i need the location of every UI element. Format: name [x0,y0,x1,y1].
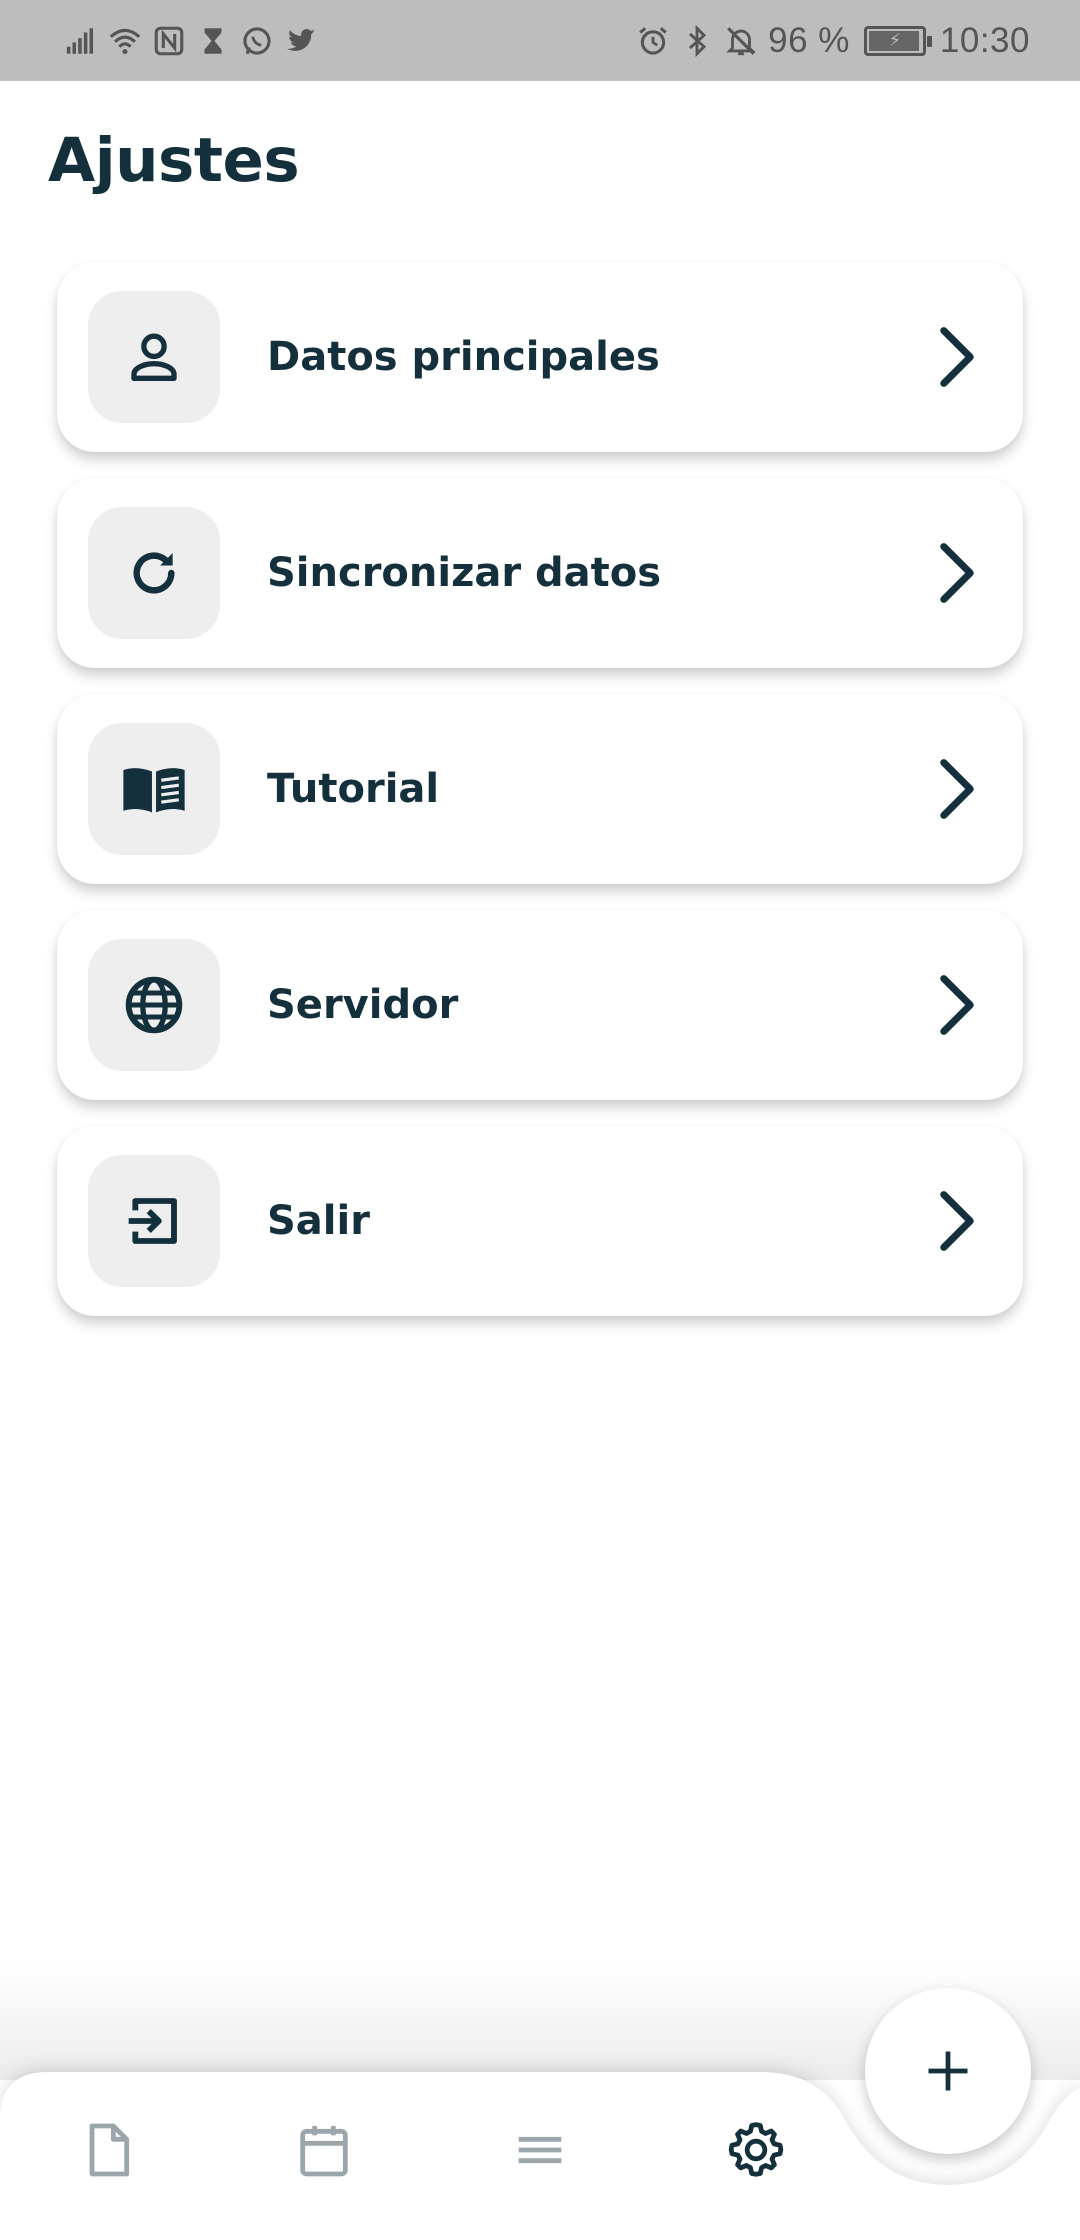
alarm-icon [636,24,670,58]
chevron-right-icon [929,535,985,611]
clock: 10:30 [939,20,1030,60]
status-right-icons: 96 % ⚡ 10:30 [636,21,1030,61]
icon-tile [88,291,220,423]
add-fab-button[interactable] [865,1988,1031,2154]
status-left-icons [64,24,318,58]
settings-item-datos-principales[interactable]: Datos principales [57,262,1023,452]
settings-item-servidor[interactable]: Servidor [57,910,1023,1100]
logout-icon [128,1198,177,1244]
book-icon [123,768,185,813]
hourglass-icon [196,24,230,58]
nfc-icon [152,24,186,58]
whatsapp-icon [240,24,274,58]
icon-tile [88,1155,220,1287]
settings-list: Datos principales Sincronizar datos Tuto… [57,262,1023,1342]
chevron-right-icon [929,751,985,827]
settings-item-label: Sincronizar datos [267,550,662,596]
settings-item-tutorial[interactable]: Tutorial [57,694,1023,884]
status-bar: 96 % ⚡ 10:30 [0,0,1080,81]
chevron-right-icon [929,967,985,1043]
page-title: Ajustes [48,125,300,196]
icon-tile [88,507,220,639]
gear-icon [728,2122,784,2177]
refresh-icon [133,552,175,594]
icon-tile [88,723,220,855]
chevron-right-icon [929,1183,985,1259]
menu-icon [518,2136,562,2164]
settings-item-label: Salir [267,1198,370,1244]
settings-item-label: Datos principales [267,334,660,380]
battery-percent: 96 % [768,20,850,60]
charging-bolt-icon: ⚡ [888,30,902,51]
twitter-icon [284,24,318,58]
signal-icon [64,24,98,58]
battery-icon: ⚡ [863,25,932,56]
settings-item-salir[interactable]: Salir [57,1126,1023,1316]
nav-menu[interactable] [500,2112,580,2188]
icon-tile [88,939,220,1071]
nav-documents[interactable] [68,2112,148,2188]
settings-item-label: Servidor [267,982,459,1028]
settings-item-sincronizar-datos[interactable]: Sincronizar datos [57,478,1023,668]
nav-calendar[interactable] [284,2112,364,2188]
wifi-icon [108,24,142,58]
plus-icon [928,2051,968,2091]
chevron-right-icon [929,319,985,395]
bluetooth-icon [680,24,714,58]
calendar-icon [300,2126,348,2177]
settings-item-label: Tutorial [267,766,440,812]
globe-icon [125,976,183,1034]
document-icon [89,2123,130,2177]
user-icon [131,333,177,381]
bell-off-icon [724,24,758,58]
nav-settings[interactable] [716,2112,796,2188]
